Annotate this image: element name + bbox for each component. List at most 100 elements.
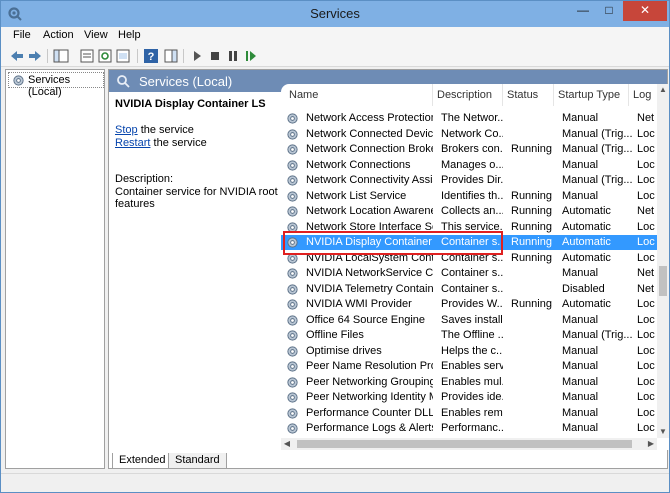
vertical-scrollbar[interactable]: ▲ ▼ <box>657 84 669 438</box>
tab-extended[interactable]: Extended <box>112 453 173 469</box>
service-startup-type: Manual <box>562 158 599 171</box>
service-startup-type: Automatic <box>562 205 611 217</box>
menu-help[interactable]: Help <box>118 29 141 41</box>
toolbar: ? <box>1 45 669 67</box>
pause-service-icon[interactable] <box>225 48 241 64</box>
table-row[interactable]: Network Location Awareness Collects an...… <box>281 204 657 219</box>
service-description: Container s... <box>441 267 503 279</box>
show-hide-pane-icon[interactable] <box>163 48 179 64</box>
table-row[interactable]: Office 64 Source Engine Saves install... M… <box>281 313 657 328</box>
back-arrow-icon[interactable] <box>9 48 25 64</box>
service-status <box>511 328 559 343</box>
table-row[interactable]: Network Connectivity Assis... Provides Di… <box>281 173 657 188</box>
stop-service-icon[interactable] <box>207 48 223 64</box>
restart-link[interactable]: Restart <box>115 137 150 149</box>
table-row[interactable]: Offline Files The Offline ... Manual (Trig… <box>281 328 657 343</box>
table-row[interactable]: NVIDIA WMI Provider Provides W... Running A… <box>281 297 657 312</box>
close-button[interactable]: ✕ <box>623 1 667 21</box>
start-service-icon[interactable] <box>189 48 205 64</box>
gear-icon <box>13 75 24 86</box>
table-row[interactable]: Network Connection Broker Brokers con... R… <box>281 142 657 157</box>
column-header-name[interactable]: Name <box>285 84 433 106</box>
table-row[interactable]: NVIDIA Telemetry Container Container s...… <box>281 282 657 297</box>
service-startup-type: Manual <box>562 391 599 403</box>
scroll-down-icon[interactable]: ▼ <box>657 426 669 438</box>
table-row[interactable]: NVIDIA NetworkService Co... Container s..… <box>281 266 657 281</box>
table-row[interactable]: Optimise drives Helps the c... Manual Loc <box>281 344 657 359</box>
table-row[interactable]: Performance Counter DLL ... Enables rem..… <box>281 406 657 421</box>
service-description: Enables rem... <box>441 406 503 419</box>
column-header-description[interactable]: Description <box>433 84 503 106</box>
service-startup-type: Manual (Trig... <box>562 143 632 155</box>
service-status: Running <box>511 251 552 264</box>
forward-arrow-icon[interactable] <box>27 48 43 64</box>
table-row[interactable]: Network Connected Device... Network Co...… <box>281 127 657 142</box>
gear-icon <box>287 175 298 186</box>
table-row[interactable]: Network List Service Identifies th... Runn… <box>281 189 657 204</box>
column-header-startup-type[interactable]: Startup Type <box>554 84 629 106</box>
export-list-icon[interactable] <box>115 48 131 64</box>
service-status <box>511 344 559 359</box>
service-log-on-as: Loc <box>637 236 655 248</box>
scroll-right-icon[interactable]: ▶ <box>645 438 657 450</box>
service-startup-type: Manual <box>562 344 599 357</box>
service-log-on-as: Loc <box>637 189 655 202</box>
scroll-left-icon[interactable]: ◀ <box>281 438 293 450</box>
tree-item-services-local[interactable]: Services (Local) <box>8 72 104 98</box>
service-status <box>511 111 559 126</box>
service-description: Performanc... <box>441 422 503 434</box>
horizontal-scroll-thumb[interactable] <box>297 440 632 448</box>
service-startup-type: Manual <box>562 189 599 202</box>
column-header-log-on-as[interactable]: Log <box>629 84 657 106</box>
table-row[interactable]: Peer Name Resolution Prot... Enables serv… <box>281 359 657 374</box>
menu-bar: File Action View Help <box>1 27 669 45</box>
stop-action-line: Stop the service <box>115 124 194 136</box>
menu-action[interactable]: Action <box>43 29 74 41</box>
service-status: Running <box>511 189 552 202</box>
service-name: Network Connected Device... <box>306 127 433 140</box>
services-panel: Services (Local) NVIDIA Display Containe… <box>108 69 669 469</box>
menu-file[interactable]: File <box>13 29 31 41</box>
service-status: Running <box>511 220 552 233</box>
table-row[interactable]: Network Connections Manages o... Manual Loc <box>281 158 657 173</box>
service-description: Enables serv... <box>441 360 503 372</box>
service-log-on-as: Loc <box>637 406 655 419</box>
table-row[interactable]: Peer Networking Identity M... Provides id… <box>281 390 657 405</box>
service-log-on-as: Loc <box>637 143 655 155</box>
column-header-status[interactable]: Status <box>503 84 554 106</box>
console-tree-icon[interactable] <box>53 48 69 64</box>
vertical-scroll-thumb[interactable] <box>659 266 667 296</box>
service-log-on-as: Net <box>637 205 655 217</box>
minimize-button[interactable]: — <box>570 1 596 21</box>
service-description: Enables mul... <box>441 375 503 388</box>
service-status: Running <box>511 236 552 248</box>
maximize-button[interactable]: □ <box>596 1 622 21</box>
service-log-on-as: Loc <box>637 220 655 233</box>
table-row[interactable]: Performance Logs & Alerts Performanc... Ma… <box>281 421 657 436</box>
service-name: Network Connections <box>306 158 411 171</box>
service-status <box>511 266 559 281</box>
service-name: NVIDIA WMI Provider <box>306 298 412 310</box>
gear-icon <box>287 392 298 403</box>
tab-standard[interactable]: Standard <box>168 453 227 469</box>
service-name: Performance Logs & Alerts <box>306 422 433 434</box>
table-row[interactable]: Peer Networking Grouping Enables mul... Ma… <box>281 375 657 390</box>
gear-icon <box>287 361 298 372</box>
properties-icon[interactable] <box>79 48 95 64</box>
stop-link[interactable]: Stop <box>115 124 138 136</box>
scroll-up-icon[interactable]: ▲ <box>657 84 669 96</box>
refresh-icon[interactable] <box>97 48 113 64</box>
table-row[interactable]: Network Access Protection ... The Networ.… <box>281 111 657 126</box>
restart-service-icon[interactable] <box>243 48 259 64</box>
gear-icon <box>287 113 298 124</box>
service-status <box>511 359 559 374</box>
service-startup-type: Automatic <box>562 220 611 233</box>
menu-view[interactable]: View <box>84 29 108 41</box>
title-bar[interactable]: Services — □ ✕ <box>1 1 669 27</box>
horizontal-scrollbar[interactable]: ◀ ▶ <box>281 438 657 450</box>
panel-title: Services (Local) <box>139 74 233 89</box>
help-icon[interactable]: ? <box>143 48 159 64</box>
service-description: Container s... <box>441 282 503 295</box>
service-startup-type: Disabled <box>562 282 605 295</box>
service-startup-type: Manual (Trig... <box>562 329 632 341</box>
